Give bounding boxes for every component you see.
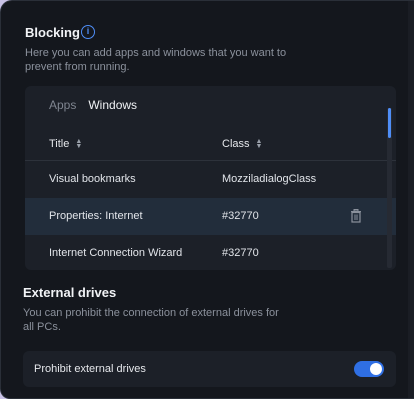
row-title: Visual bookmarks xyxy=(49,173,136,185)
blocking-title: Blocking xyxy=(25,25,80,40)
column-header-class[interactable]: Class ▲ ▼ xyxy=(222,138,262,150)
blocking-description-line2: prevent from running. xyxy=(25,61,130,73)
row-title: Internet Connection Wizard xyxy=(49,247,183,259)
trash-icon[interactable] xyxy=(350,209,362,223)
external-drives-description-line1: You can prohibit the connection of exter… xyxy=(23,307,279,319)
prohibit-external-drives-toggle[interactable] xyxy=(354,361,384,377)
table-row[interactable]: Properties: Internet #32770 xyxy=(25,198,396,235)
column-header-title-label: Title xyxy=(49,138,70,150)
sort-icon: ▲ ▼ xyxy=(75,138,83,150)
external-drives-description-line2: all PCs. xyxy=(23,321,61,333)
column-header-class-label: Class xyxy=(222,138,250,150)
column-header-title[interactable]: Title ▲ ▼ xyxy=(49,138,82,150)
row-class: #32770 xyxy=(222,247,259,259)
row-title: Properties: Internet xyxy=(49,210,143,222)
window-scrollbar[interactable] xyxy=(408,1,414,398)
external-drives-title: External drives xyxy=(23,285,117,300)
tab-apps[interactable]: Apps xyxy=(49,98,76,112)
table-row[interactable]: Internet Connection Wizard #32770 xyxy=(25,235,396,270)
blocking-description-line1: Here you can add apps and windows that y… xyxy=(25,47,287,59)
toggle-knob xyxy=(370,363,382,375)
info-icon[interactable]: i xyxy=(81,25,95,39)
tab-windows[interactable]: Windows xyxy=(88,98,137,112)
row-class: #32770 xyxy=(222,210,259,222)
table-row[interactable]: Visual bookmarks MozziladialogClass xyxy=(25,161,396,198)
external-drives-description: You can prohibit the connection of exter… xyxy=(23,306,279,334)
blocking-description: Here you can add apps and windows that y… xyxy=(25,46,286,74)
tabs: Apps Windows xyxy=(49,98,137,112)
settings-window: Blocking i Here you can add apps and win… xyxy=(0,0,414,399)
sort-icon: ▲ ▼ xyxy=(255,138,263,150)
table-scrollbar-thumb[interactable] xyxy=(388,108,391,138)
prohibit-external-drives-row: Prohibit external drives xyxy=(23,351,396,387)
prohibit-external-drives-label: Prohibit external drives xyxy=(34,363,146,375)
row-class: MozziladialogClass xyxy=(222,173,317,185)
blocking-panel: Apps Windows Title ▲ ▼ Class ▲ ▼ Visual bo… xyxy=(25,86,396,270)
